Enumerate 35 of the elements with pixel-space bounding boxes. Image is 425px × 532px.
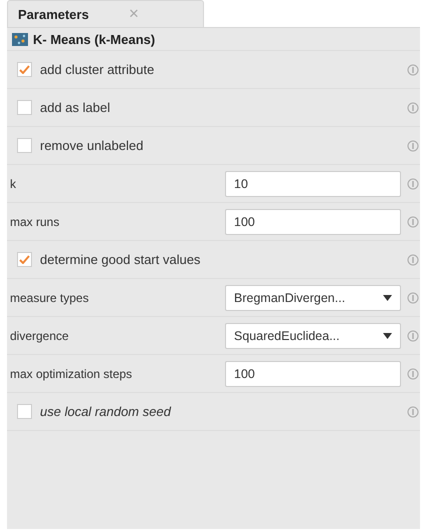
parameter-label: k [9, 176, 17, 190]
checkbox-label: use local random seed [40, 404, 171, 419]
input-field[interactable]: 100 [225, 360, 401, 386]
info-icon[interactable] [407, 140, 419, 152]
checkbox[interactable] [17, 252, 32, 267]
info-icon[interactable] [407, 330, 419, 342]
parameter-label: measure types [9, 290, 90, 304]
input-field[interactable]: 100 [225, 208, 401, 234]
info-icon[interactable] [407, 64, 419, 76]
info-icon[interactable] [407, 178, 419, 190]
parameter-label: divergence [9, 328, 70, 342]
checkbox-label: add cluster attribute [40, 62, 154, 77]
parameters-tab[interactable]: Parameters × [7, 0, 204, 27]
parameter-label: max runs [9, 214, 60, 228]
info-icon[interactable] [407, 216, 419, 228]
checkbox-label: determine good start values [40, 252, 200, 267]
checkbox[interactable] [17, 138, 32, 153]
info-icon[interactable] [407, 368, 419, 380]
checkbox-label: remove unlabeled [40, 138, 144, 153]
dropdown[interactable]: BregmanDivergen... [225, 284, 401, 310]
info-icon[interactable] [407, 406, 419, 418]
operator-title: K- Means (k-Means) [33, 32, 156, 46]
checkbox-label: add as label [40, 100, 110, 115]
caret-icon[interactable] [383, 294, 392, 300]
info-icon[interactable] [407, 102, 419, 114]
dropdown[interactable]: SquaredEuclidea... [225, 322, 401, 348]
checkbox[interactable] [17, 404, 32, 419]
checkbox[interactable] [17, 62, 32, 77]
parameter-label: max optimization steps [9, 366, 134, 380]
checkbox[interactable] [17, 100, 32, 115]
info-icon[interactable] [407, 254, 419, 266]
input-field[interactable]: 10 [225, 170, 401, 196]
cluster-icon [12, 32, 28, 46]
caret-icon[interactable] [383, 332, 392, 338]
info-icon[interactable] [407, 292, 419, 304]
